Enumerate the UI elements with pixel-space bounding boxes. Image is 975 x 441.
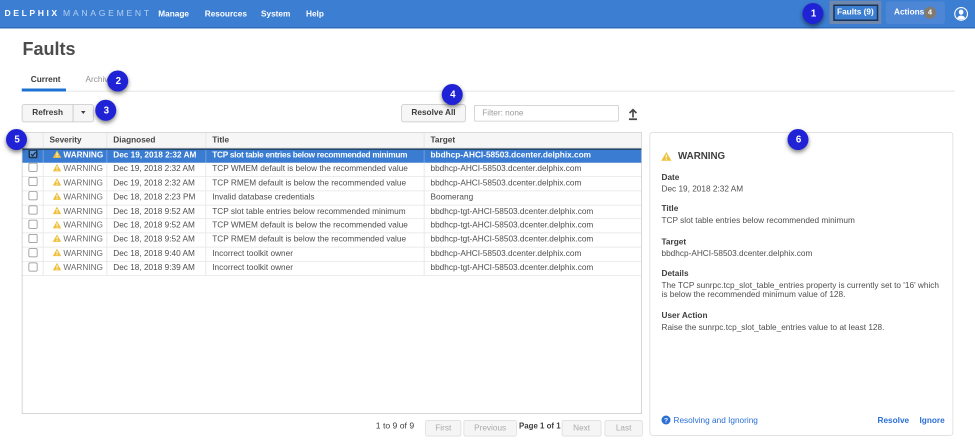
svg-text:?: ?	[664, 417, 668, 424]
